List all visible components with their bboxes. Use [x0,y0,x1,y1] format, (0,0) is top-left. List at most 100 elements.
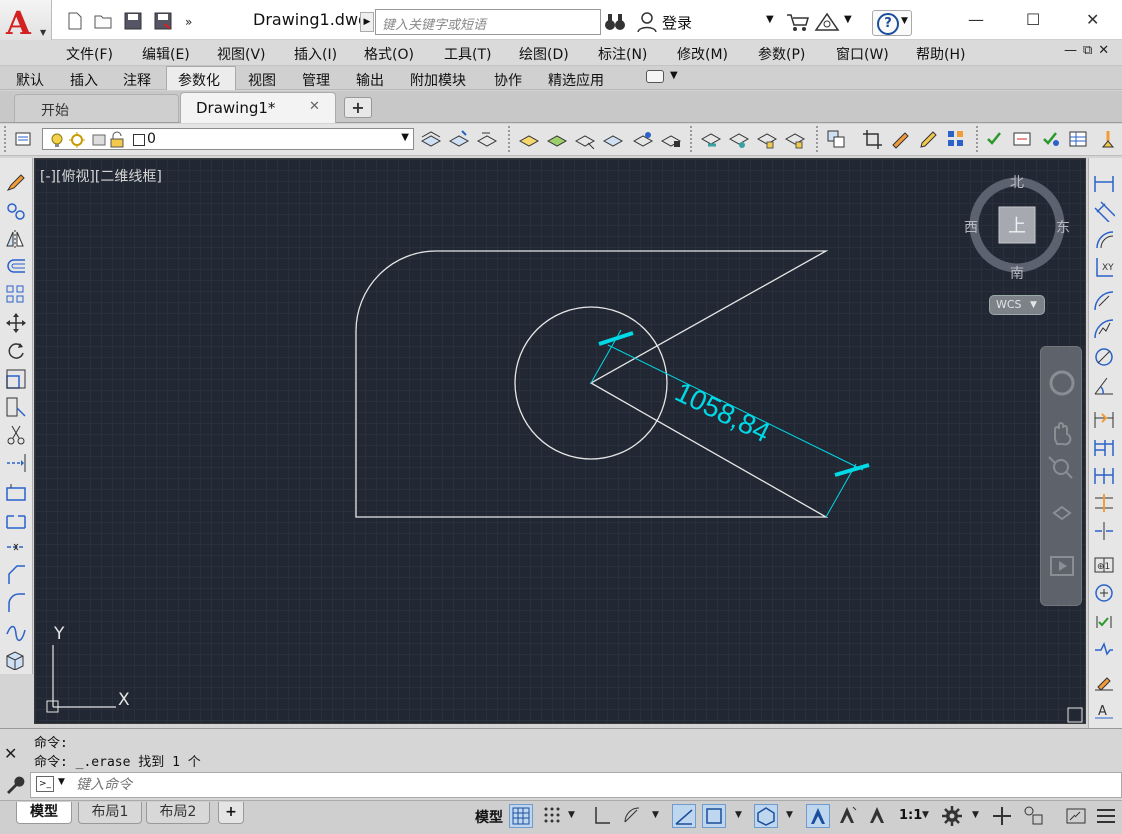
menu-parameter[interactable]: 参数(P) [758,44,805,64]
break-icon[interactable] [5,508,27,530]
menu-file[interactable]: 文件(F) [66,44,113,64]
close-button[interactable]: ✕ [1086,10,1099,29]
table-icon[interactable] [1068,129,1090,149]
layer-walk-icon[interactable] [632,129,654,149]
dimension-space-icon[interactable] [1093,492,1115,514]
auto-scale-icon[interactable] [836,804,860,828]
viewcube-north[interactable]: 北 [1010,172,1024,192]
menu-modify[interactable]: 修改(M) [677,44,728,64]
break-at-point-icon[interactable] [5,480,27,502]
add-layout-button[interactable]: + [218,802,244,824]
aligned-dimension-icon[interactable] [1093,200,1115,222]
layer-isolate-icon[interactable] [518,129,540,149]
stretch-icon[interactable] [5,396,27,418]
dimension-break-icon[interactable] [1093,520,1115,542]
viewcube-west[interactable]: 西 [964,217,978,237]
scale-icon[interactable] [5,368,27,390]
snap-icon[interactable] [541,804,565,828]
quick-access-more-button[interactable]: » [178,9,202,31]
plus-icon[interactable] [990,804,1014,828]
layer-lock-icon[interactable] [660,129,682,149]
open-file-button[interactable] [90,9,114,31]
object-snap-tracking-icon[interactable] [702,804,726,828]
layer-freeze-icon[interactable] [602,129,624,149]
wrench-icon[interactable] [3,774,25,796]
object-snap-3d-icon[interactable] [754,804,778,828]
binoculars-icon[interactable] [604,12,626,32]
ribbon-tab-annotate[interactable]: 注释 [123,70,151,90]
menu-dimension[interactable]: 标注(N) [598,44,647,64]
chevron-down-icon[interactable]: ▼ [844,14,852,25]
draw-order-icon[interactable] [826,129,848,149]
save-button[interactable] [120,9,144,31]
layout-tab-layout1[interactable]: 布局1 [78,802,142,824]
ribbon-tab-default[interactable]: 默认 [16,70,44,90]
toolbar-grip[interactable] [816,126,820,152]
chevron-down-icon[interactable]: ▼ [670,70,678,81]
radius-dimension-icon[interactable] [1093,290,1115,312]
ribbon-tab-parametric[interactable]: 参数化 [178,70,220,90]
layer-off-icon[interactable] [574,129,596,149]
viewcube-top-face[interactable]: 上 [1008,212,1026,238]
attribute-icon[interactable] [1012,129,1034,149]
gear-icon[interactable] [940,804,964,828]
layer-delete-icon[interactable] [728,129,750,149]
continue-dimension-icon[interactable] [1093,464,1115,486]
sync-icon[interactable] [1040,129,1062,149]
menu-draw[interactable]: 绘图(D) [519,44,569,64]
new-tab-button[interactable]: + [344,97,372,118]
layer-unlock-icon[interactable] [784,129,806,149]
search-expand-button[interactable]: ▶ [360,12,374,32]
tab-start[interactable]: 开始 [14,94,179,122]
join-icon[interactable] [5,536,27,558]
fillet-icon[interactable] [5,592,27,614]
jogged-linear-icon[interactable] [1093,638,1115,660]
chevron-down-icon[interactable]: ▼ [972,810,979,820]
check-block-icon[interactable] [984,129,1006,149]
viewcube-south[interactable]: 南 [1010,263,1024,283]
ribbon-tab-view[interactable]: 视图 [248,70,276,90]
fullscreen-icon[interactable] [1064,804,1088,828]
baseline-dimension-icon[interactable] [1093,436,1115,458]
user-icon[interactable] [636,12,658,32]
array-icon[interactable] [5,284,27,306]
close-icon[interactable]: ✕ [4,744,17,763]
layout-tab-layout2[interactable]: 布局2 [146,802,210,824]
chevron-down-icon[interactable]: ▼ [568,810,575,820]
toolbar-grip[interactable] [508,126,512,152]
dimension-text-edit-icon[interactable]: A [1093,700,1115,722]
customize-menu-icon[interactable] [1094,804,1118,828]
tolerance-icon[interactable]: ⊕1 [1093,554,1115,576]
ribbon-tab-addins[interactable]: 附加模块 [410,70,466,90]
rotate-icon[interactable] [5,340,27,362]
save-as-button[interactable] [150,9,174,31]
previous-layer-icon[interactable] [476,129,498,149]
inspection-icon[interactable] [1093,610,1115,632]
copy-icon[interactable] [5,200,27,222]
brush-icon[interactable] [1098,129,1120,149]
chamfer-icon[interactable] [5,564,27,586]
menu-edit[interactable]: 编辑(E) [142,44,190,64]
jogged-dimension-icon[interactable] [1093,318,1115,340]
erase-icon[interactable] [5,172,27,194]
model-space-toggle[interactable]: 模型 [475,807,503,827]
ordinate-dimension-icon[interactable]: XY [1093,256,1115,278]
minimize-button[interactable]: — [968,10,984,29]
layer-merge-icon[interactable] [700,129,722,149]
markup-icon[interactable] [890,129,912,149]
chevron-down-icon[interactable]: ▼ [735,810,742,820]
cart-icon[interactable] [786,12,810,32]
annotation-scale-value[interactable]: 1:1 [899,808,922,823]
layout-tab-model[interactable]: 模型 [16,802,72,824]
login-button[interactable]: 登录 [662,12,692,33]
center-mark-icon[interactable] [1093,582,1115,604]
ribbon-tab-collaborate[interactable]: 协作 [494,70,522,90]
annotation-scale-icon[interactable] [866,804,890,828]
polar-tracking-icon[interactable] [621,804,645,828]
layer-dropdown[interactable]: 0 ▼ [42,128,414,150]
ribbon-toggle-button[interactable] [646,70,664,83]
layer-copy-icon[interactable] [756,129,778,149]
arc-length-icon[interactable] [1093,228,1115,250]
ribbon-tab-output[interactable]: 输出 [356,70,384,90]
chevron-down-icon[interactable]: ▼ [786,810,793,820]
